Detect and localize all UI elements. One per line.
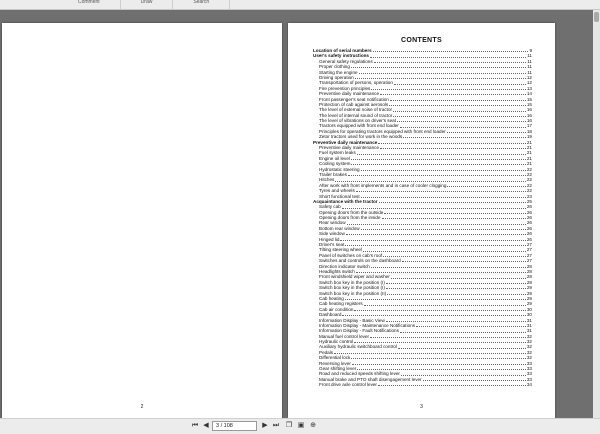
toc-dot-leader <box>358 72 527 74</box>
toc-dot-leader <box>355 272 526 274</box>
toc-dot-leader <box>363 304 526 306</box>
toc-dot-leader <box>416 326 526 328</box>
toc-dot-leader <box>384 212 526 214</box>
toc-dot-leader <box>346 223 526 225</box>
toc-dot-leader <box>345 245 526 247</box>
toc-dot-leader <box>377 385 526 387</box>
toc-dot-leader <box>340 239 526 241</box>
toc-dot-leader <box>357 369 526 371</box>
toc-dot-leader <box>393 83 526 85</box>
toc-dot-leader <box>371 88 526 90</box>
toc-dot-leader <box>390 277 526 279</box>
contents-title: CONTENTS <box>401 37 442 44</box>
toc-dot-leader <box>383 256 526 258</box>
last-page-icon[interactable]: ⏭ <box>271 421 281 431</box>
toc-dot-leader <box>401 261 526 263</box>
toc-dot-leader <box>360 169 526 171</box>
toc-dot-leader <box>350 159 526 161</box>
toc-dot-leader <box>387 293 526 295</box>
toc-dot-leader <box>381 218 526 220</box>
toc-dot-leader <box>372 51 529 53</box>
toc-dot-leader <box>397 347 526 349</box>
toc-dot-leader <box>355 191 526 193</box>
toc-dot-leader <box>360 229 526 231</box>
toc-dot-leader <box>385 288 526 290</box>
toc-dot-leader <box>385 320 526 322</box>
toc-dot-leader <box>400 374 526 376</box>
toc-dot-leader <box>380 94 526 96</box>
toc-dot-leader <box>347 175 526 177</box>
page-navigation-bar: ⏮ ◀ ▶ ⏭ ❐ ▣ ⊕ <box>0 418 600 434</box>
toc-dot-leader <box>335 180 526 182</box>
first-page-icon[interactable]: ⏮ <box>190 421 200 431</box>
pdf-page-right: CONTENTS Location of serial numbers 9 User… <box>288 23 555 418</box>
toc-dot-leader <box>356 153 526 155</box>
toc-dot-leader <box>362 250 526 252</box>
toc-dot-leader <box>370 336 526 338</box>
toc-dot-leader <box>370 266 526 268</box>
page-layout-icon[interactable]: ▣ <box>296 421 306 431</box>
toc-dot-leader <box>393 115 526 117</box>
pdf-page-left: 2 <box>2 23 282 418</box>
vertical-scrollbar[interactable] <box>593 10 600 418</box>
toc-entry-title: Front drive axle control lever <box>319 382 377 388</box>
toc-dot-leader <box>351 358 526 360</box>
toc-dot-leader <box>344 299 526 301</box>
toc-entry[interactable]: Front drive axle control lever 34 <box>313 382 532 387</box>
toc-dot-leader <box>351 363 526 365</box>
toc-dot-leader <box>378 202 526 204</box>
toc-dot-leader <box>389 105 526 107</box>
page-number-right: 3 <box>420 404 423 410</box>
toc-dot-leader <box>393 110 526 112</box>
toc-dot-leader <box>360 196 526 198</box>
toc-dot-leader <box>345 234 526 236</box>
next-page-icon[interactable]: ▶ <box>260 421 270 431</box>
toolbar-comment[interactable]: Comment <box>0 0 121 9</box>
copy-icon[interactable]: ❐ <box>284 421 294 431</box>
toc-dot-leader <box>403 137 526 139</box>
toc-entry-page: 34 <box>526 382 532 388</box>
toc-dot-leader <box>350 67 527 69</box>
toc-dot-leader <box>351 164 526 166</box>
top-toolbar: Comment Draw Search <box>0 0 600 10</box>
toc-dot-leader <box>396 121 526 123</box>
toolbar-search[interactable]: Search <box>173 0 231 9</box>
toc-dot-leader <box>399 126 526 128</box>
toc-dot-leader <box>369 56 527 58</box>
toc-dot-leader <box>341 207 526 209</box>
table-of-contents: Location of serial numbers 9 User's safety… <box>313 48 532 388</box>
prev-page-icon[interactable]: ◀ <box>201 421 211 431</box>
page-number-left: 2 <box>140 404 144 410</box>
toc-dot-leader <box>380 148 526 150</box>
page-number-input[interactable] <box>212 421 257 431</box>
toolbar-draw[interactable]: Draw <box>121 0 174 9</box>
toc-dot-leader <box>446 132 526 134</box>
toc-dot-leader <box>389 99 526 101</box>
toc-dot-leader <box>354 78 526 80</box>
scrollbar-thumb[interactable] <box>594 12 599 22</box>
zoom-icon[interactable]: ⊕ <box>308 421 318 431</box>
toc-dot-leader <box>373 61 527 63</box>
toc-dot-leader <box>342 315 526 317</box>
toc-dot-leader <box>378 142 526 144</box>
toc-dot-leader <box>334 353 526 355</box>
toc-dot-leader <box>422 380 526 382</box>
toc-dot-leader <box>354 309 526 311</box>
toc-dot-leader <box>385 283 526 284</box>
toc-dot-leader <box>354 342 526 344</box>
toc-dot-leader <box>399 331 526 333</box>
toc-dot-leader <box>447 185 526 187</box>
